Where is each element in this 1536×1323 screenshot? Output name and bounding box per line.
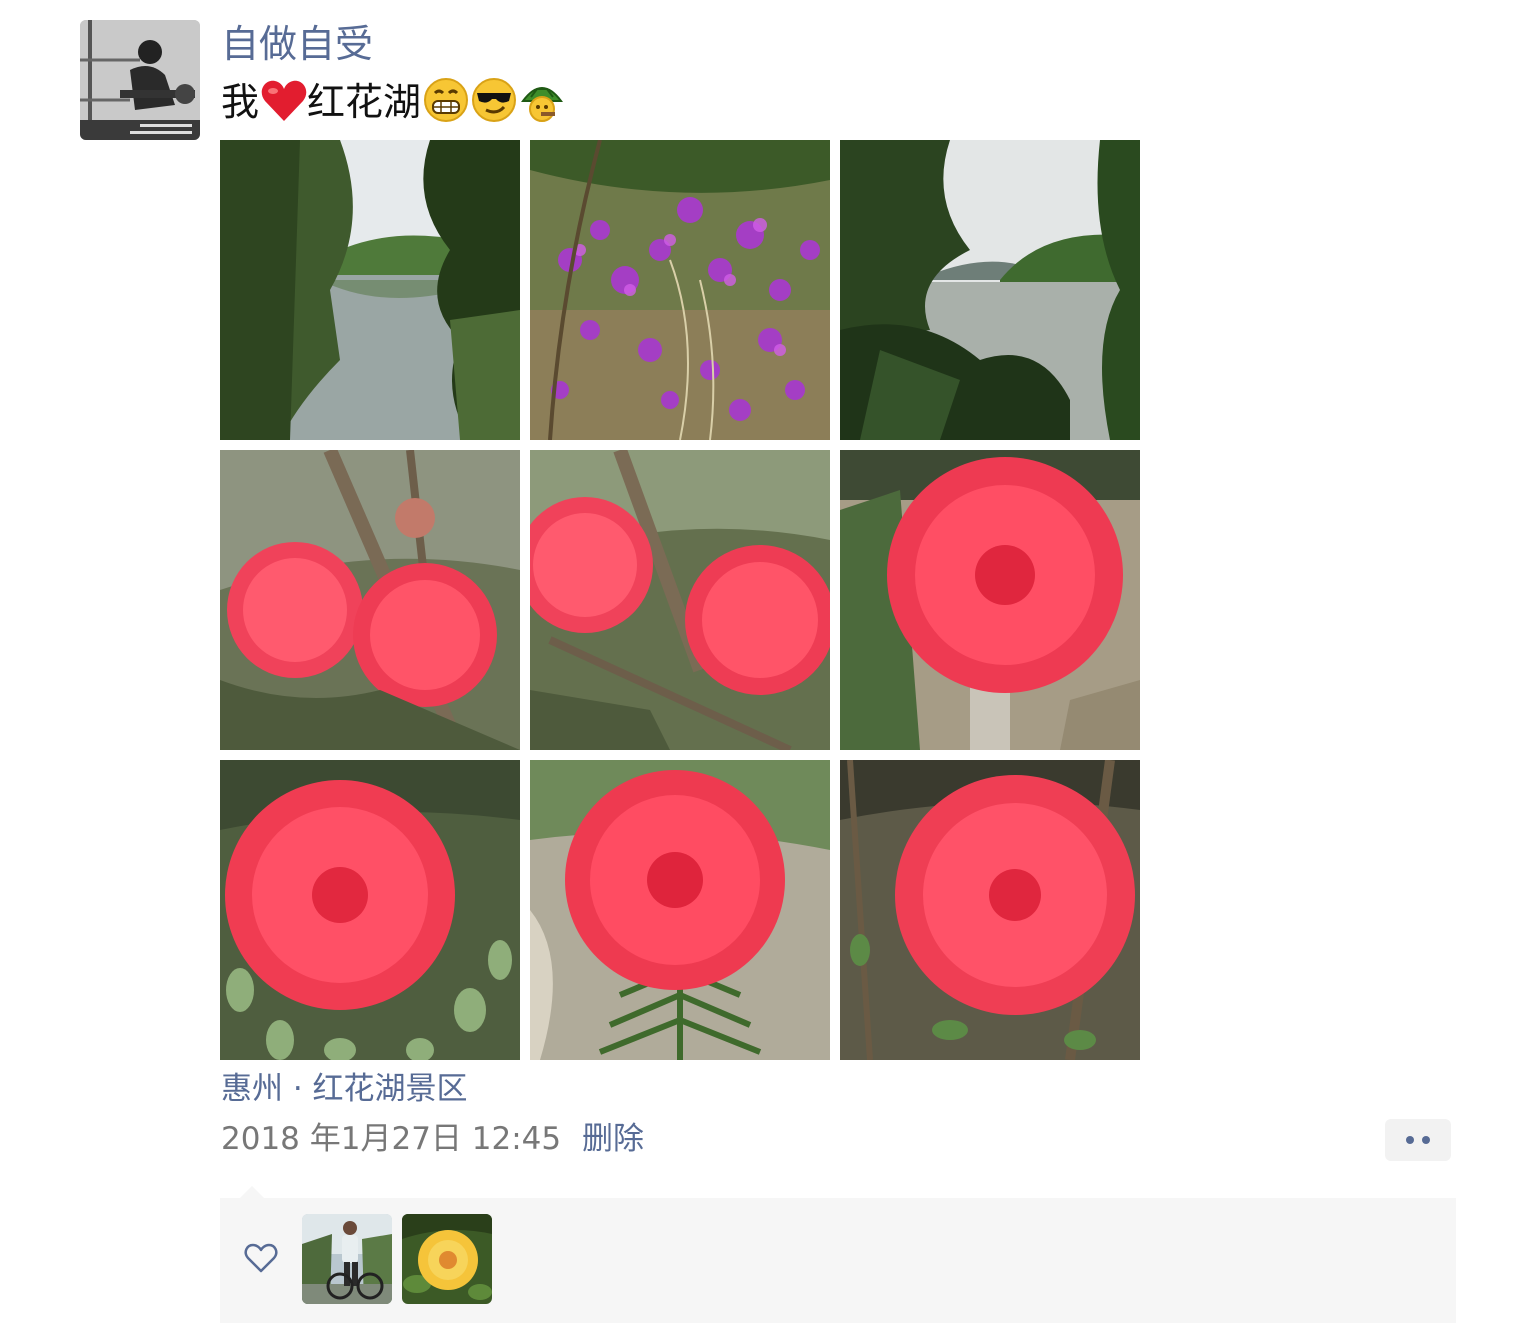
post-text-place: 红花湖 (307, 80, 422, 124)
more-dot-icon (1422, 1136, 1430, 1144)
author-avatar[interactable] (80, 20, 200, 140)
red-powderpuff-pair-photo[interactable] (220, 450, 520, 750)
more-dot-icon (1406, 1136, 1414, 1144)
photo-grid (220, 140, 1140, 1060)
author-name[interactable]: 自做自受 (221, 16, 373, 72)
post-location[interactable]: 惠州 · 红花湖景区 (221, 1066, 468, 1112)
turtle-emoji-icon (519, 77, 565, 138)
lake-view-photo[interactable] (220, 140, 520, 440)
red-powderpuff-branch-photo[interactable] (840, 760, 1140, 1060)
post-text: 我 红花湖 (221, 74, 565, 138)
more-options-button[interactable] (1385, 1119, 1451, 1161)
grin-emoji-icon (423, 77, 469, 138)
purple-flowers-photo[interactable] (530, 140, 830, 440)
cyclist-avatar[interactable] (302, 1214, 392, 1304)
red-powderpuff-fern-photo[interactable] (530, 760, 830, 1060)
delete-button[interactable]: 删除 (582, 1116, 644, 1162)
red-powderpuff-leaves-photo[interactable] (220, 760, 520, 1060)
red-powderpuff-large-photo[interactable] (840, 450, 1140, 750)
lake-hills-photo[interactable] (840, 140, 1140, 440)
yellow-rose-avatar[interactable] (402, 1214, 492, 1304)
post-timestamp: 2018 年1月27日 12:45 (221, 1121, 562, 1157)
heart-outline-icon (244, 1242, 278, 1278)
sunglasses-emoji-icon (471, 77, 517, 138)
heart-emoji-icon (261, 79, 307, 138)
post-text-prefix: 我 (221, 80, 260, 124)
red-powderpuff-closeup-photo[interactable] (530, 450, 830, 750)
likes-panel-arrow (240, 1186, 264, 1198)
